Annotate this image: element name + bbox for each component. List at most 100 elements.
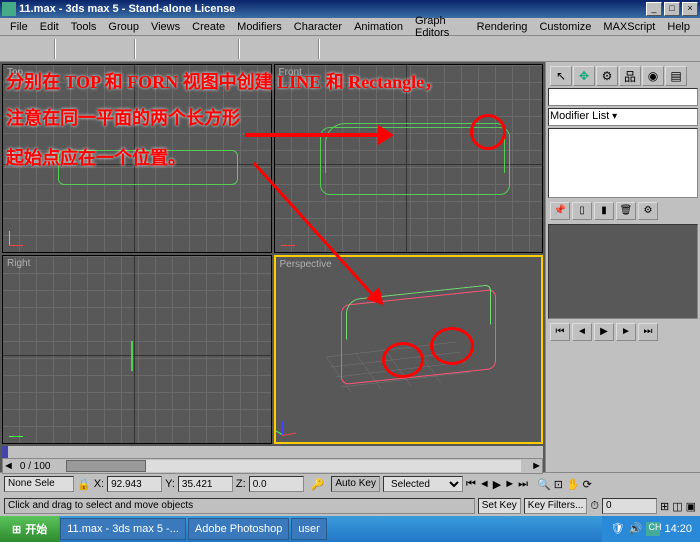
command-panel: ↖ ✥ ⚙ 品 ◉ ▤ Modifier List ▾ 📌 ▯ ▮ 🗑 ⚙ ⏮ …: [545, 62, 700, 472]
z-label: Z:: [236, 478, 246, 490]
remove-mod-button[interactable]: 🗑: [616, 202, 636, 220]
setkey-button[interactable]: Set Key: [478, 498, 521, 514]
pivot-button[interactable]: [348, 38, 370, 60]
redo-button[interactable]: [28, 38, 50, 60]
show-result-button[interactable]: ▯: [572, 202, 592, 220]
timeline-scrollbar[interactable]: ◄ 0 / 100 ►: [2, 458, 543, 474]
menu-customize[interactable]: Customize: [533, 21, 597, 33]
modifier-list-dropdown[interactable]: Modifier List ▾: [548, 108, 698, 126]
play-button[interactable]: ▶: [594, 323, 614, 341]
time-config-icon[interactable]: ⏱: [590, 500, 599, 513]
arc-rotate-icon[interactable]: ⟳: [583, 478, 592, 491]
min-max-toggle-icon[interactable]: ⊞: [660, 500, 669, 513]
zoom-region-icon[interactable]: ⊡: [554, 478, 563, 491]
next-frame-button[interactable]: ►: [616, 323, 636, 341]
prev-frame-button[interactable]: ◄: [572, 323, 592, 341]
menu-views[interactable]: Views: [145, 21, 186, 33]
axis-y: [134, 256, 135, 443]
goto-end-button[interactable]: ⏭: [638, 323, 658, 341]
menu-edit[interactable]: Edit: [34, 21, 65, 33]
scroll-thumb[interactable]: [66, 460, 146, 472]
maximize-viewport-icon[interactable]: ▣: [686, 500, 696, 513]
viewport-right[interactable]: Right: [2, 255, 272, 444]
zoom-extents-icon[interactable]: 🔍: [537, 478, 551, 491]
language-icon[interactable]: CH: [646, 522, 660, 536]
selection-status: None Sele: [4, 476, 74, 492]
frame-input[interactable]: 0: [602, 498, 657, 514]
goto-end-icon[interactable]: ⏭: [518, 478, 528, 491]
close-button[interactable]: ×: [682, 2, 698, 16]
select-region-button[interactable]: [188, 38, 210, 60]
x-coord-input[interactable]: [107, 476, 162, 492]
menu-grapheditors[interactable]: Graph Editors: [409, 15, 471, 39]
taskbar-item[interactable]: Adobe Photoshop: [188, 518, 289, 540]
unlink-button[interactable]: [84, 38, 106, 60]
start-button[interactable]: ⊞ 开始: [0, 516, 59, 542]
pin-stack-button[interactable]: 📌: [550, 202, 570, 220]
timeline-track[interactable]: [2, 446, 543, 458]
hierarchy-tab-icon[interactable]: 品: [619, 66, 641, 86]
key-filters-button[interactable]: Key Filters...: [524, 498, 588, 514]
bind-button[interactable]: [108, 38, 130, 60]
menu-maxscript[interactable]: MAXScript: [597, 21, 661, 33]
modifier-stack[interactable]: [548, 128, 698, 198]
menu-file[interactable]: File: [4, 21, 34, 33]
link-button[interactable]: [60, 38, 82, 60]
scale-button[interactable]: [292, 38, 314, 60]
object-name-field[interactable]: [548, 88, 698, 106]
y-coord-input[interactable]: [178, 476, 233, 492]
tray-icon[interactable]: 🔊: [628, 522, 642, 536]
menu-help[interactable]: Help: [661, 21, 696, 33]
prev-key-icon[interactable]: ◄: [479, 478, 490, 490]
frame-indicator: 0 / 100: [14, 461, 57, 472]
next-key-icon[interactable]: ►: [504, 478, 515, 490]
goto-start-icon[interactable]: ⏮: [466, 478, 476, 491]
refcoord-button[interactable]: [324, 38, 346, 60]
viewport-top[interactable]: Top: [2, 64, 272, 253]
goto-start-button[interactable]: ⏮: [550, 323, 570, 341]
key-icon[interactable]: 🔑: [311, 478, 325, 491]
separator: [134, 39, 136, 59]
minimize-button[interactable]: _: [646, 2, 662, 16]
scroll-left-icon[interactable]: ◄: [3, 460, 14, 472]
rectangle-shape[interactable]: [58, 150, 238, 185]
menu-create[interactable]: Create: [186, 21, 231, 33]
rotate-button[interactable]: [268, 38, 290, 60]
z-coord-input[interactable]: [249, 476, 304, 492]
annotation-arrow: [245, 133, 380, 137]
create-tab-icon[interactable]: ✥: [573, 66, 595, 86]
move-button[interactable]: [244, 38, 266, 60]
key-scope-dropdown[interactable]: Selected: [383, 476, 463, 492]
maximize-button[interactable]: □: [664, 2, 680, 16]
lock-icon[interactable]: 🔒: [77, 478, 91, 491]
menu-animation[interactable]: Animation: [348, 21, 409, 33]
display-tab-icon[interactable]: ▤: [665, 66, 687, 86]
play-icon[interactable]: ▶: [493, 478, 501, 491]
filter-button[interactable]: [212, 38, 234, 60]
configure-button[interactable]: ⚙: [638, 202, 658, 220]
annotation-circle: [430, 327, 474, 365]
line-edge[interactable]: [131, 341, 133, 371]
modify-tab-icon[interactable]: ⚙: [596, 66, 618, 86]
select-tool-icon[interactable]: ↖: [550, 66, 572, 86]
viewport-area: Top Front: [0, 62, 545, 472]
select-button[interactable]: [140, 38, 162, 60]
menu-rendering[interactable]: Rendering: [471, 21, 534, 33]
menu-character[interactable]: Character: [288, 21, 348, 33]
scroll-right-icon[interactable]: ►: [531, 460, 542, 472]
tray-icon[interactable]: 🛡: [610, 522, 624, 536]
pan-icon[interactable]: ✋: [566, 478, 580, 491]
menu-tools[interactable]: Tools: [65, 21, 103, 33]
make-unique-button[interactable]: ▮: [594, 202, 614, 220]
taskbar-item[interactable]: 11.max - 3ds max 5 -...: [60, 518, 186, 540]
viewport-front[interactable]: Front: [274, 64, 544, 253]
menu-modifiers[interactable]: Modifiers: [231, 21, 288, 33]
undo-button[interactable]: [4, 38, 26, 60]
axis-z: [3, 355, 271, 356]
menu-group[interactable]: Group: [102, 21, 145, 33]
taskbar-item[interactable]: user: [291, 518, 326, 540]
autokey-button[interactable]: Auto Key: [331, 476, 380, 492]
motion-tab-icon[interactable]: ◉: [642, 66, 664, 86]
select-name-button[interactable]: [164, 38, 186, 60]
field-of-view-icon[interactable]: ◫: [672, 500, 682, 513]
